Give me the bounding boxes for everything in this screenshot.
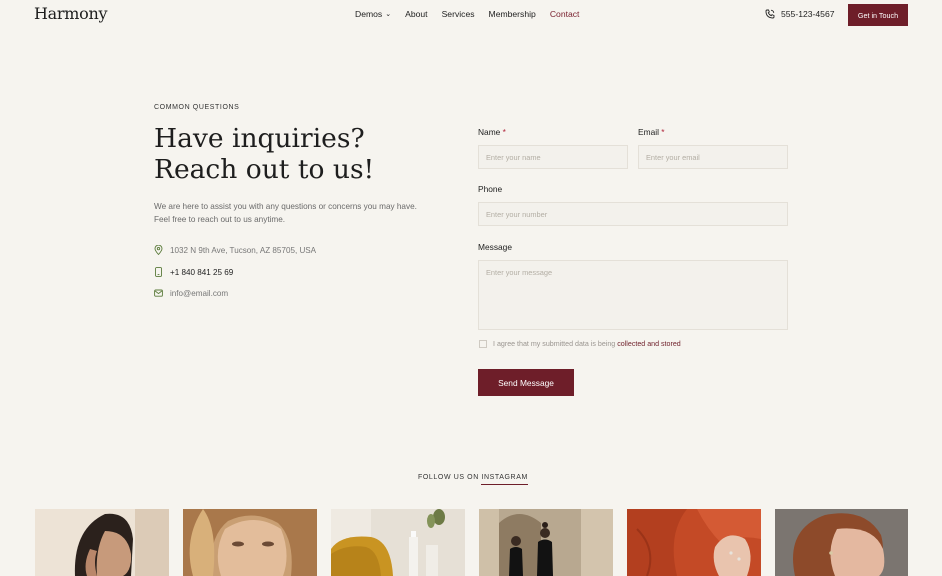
- instagram-image-3[interactable]: [331, 509, 465, 576]
- nav-demos-label: Demos: [355, 9, 383, 19]
- consent-link[interactable]: collected and stored: [617, 340, 681, 348]
- message-field[interactable]: Enter your message: [478, 260, 788, 330]
- logo[interactable]: Harmony: [34, 4, 108, 23]
- section-eyebrow: COMMON QUESTIONS: [154, 104, 240, 111]
- nav-demos[interactable]: Demos ⌄: [355, 9, 391, 19]
- mail-icon: [154, 289, 163, 297]
- phone-label: Phone: [478, 184, 503, 194]
- chevron-down-icon: ⌄: [385, 11, 392, 18]
- instagram-link[interactable]: INSTAGRAM: [481, 474, 528, 485]
- mobile-phone-icon: [155, 267, 162, 277]
- email-label: Email *: [638, 127, 665, 137]
- instagram-image-6[interactable]: [775, 509, 909, 576]
- header-phone-number: 555-123-4567: [781, 9, 835, 19]
- contact-email[interactable]: info@email.com: [154, 288, 228, 298]
- consent-text: I agree that my submitted data is being …: [493, 340, 681, 348]
- contact-address: 1032 N 9th Ave, Tucson, AZ 85705, USA: [154, 245, 316, 255]
- nav-services[interactable]: Services: [442, 9, 475, 19]
- hands-rust-blouse-rings-image: [627, 509, 761, 576]
- consent-checkbox[interactable]: [479, 340, 487, 348]
- skincare-bottles-yellow-chair-image: [331, 509, 465, 576]
- page-title-line2: Reach out to us!: [154, 154, 375, 185]
- intro-text: We are here to assist you with any quest…: [154, 202, 417, 224]
- instagram-image-5[interactable]: [627, 509, 761, 576]
- header-phone[interactable]: 555-123-4567: [765, 9, 835, 19]
- name-field[interactable]: Enter your name: [478, 145, 628, 169]
- nav-contact[interactable]: Contact: [550, 9, 580, 19]
- required-mark: *: [502, 127, 506, 137]
- instagram-heading-prefix: FOLLOW US ON: [418, 474, 479, 481]
- get-in-touch-button[interactable]: Get in Touch: [848, 4, 908, 26]
- name-label-text: Name: [478, 127, 501, 137]
- portrait-woman-sleek-hair-image: [35, 509, 169, 576]
- contact-phone[interactable]: +1 840 841 25 69: [154, 267, 233, 277]
- women-black-dresses-arches-image: [479, 509, 613, 576]
- instagram-heading: FOLLOW US ON INSTAGRAM: [418, 474, 528, 485]
- nav-about[interactable]: About: [405, 9, 427, 19]
- page-title: Have inquiries? Reach out to us!: [154, 123, 454, 185]
- phone-field[interactable]: Enter your number: [478, 202, 788, 226]
- email-field[interactable]: Enter your email: [638, 145, 788, 169]
- consent-text-main: I agree that my submitted data is being: [493, 340, 616, 348]
- message-label: Message: [478, 242, 512, 252]
- contact-address-text: 1032 N 9th Ave, Tucson, AZ 85705, USA: [170, 245, 317, 255]
- instagram-image-4[interactable]: [479, 509, 613, 576]
- contact-email-text: info@email.com: [170, 288, 229, 298]
- consent-checkbox-row[interactable]: I agree that my submitted data is being …: [479, 340, 681, 348]
- send-message-button[interactable]: Send Message: [478, 369, 574, 396]
- map-pin-icon: [154, 245, 163, 255]
- main-nav: Demos ⌄ About Services Membership Contact: [355, 9, 579, 19]
- instagram-image-1[interactable]: [35, 509, 169, 576]
- site-header: Harmony Demos ⌄ About Services Membership…: [0, 0, 942, 30]
- page-title-line1: Have inquiries?: [154, 123, 365, 154]
- nav-contact-label: Contact: [549, 9, 580, 19]
- instagram-image-2[interactable]: [183, 509, 317, 576]
- name-label: Name *: [478, 127, 506, 137]
- portrait-woman-auburn-hair-image: [775, 509, 908, 576]
- nav-membership-label: Membership: [488, 9, 536, 19]
- required-mark: *: [661, 127, 665, 137]
- nav-about-label: About: [405, 9, 428, 19]
- nav-membership[interactable]: Membership: [489, 9, 536, 19]
- phone-icon: [765, 9, 775, 19]
- email-label-text: Email: [638, 127, 659, 137]
- portrait-blonde-woman-image: [183, 509, 317, 576]
- contact-phone-text: +1 840 841 25 69: [170, 267, 234, 277]
- nav-services-label: Services: [441, 9, 475, 19]
